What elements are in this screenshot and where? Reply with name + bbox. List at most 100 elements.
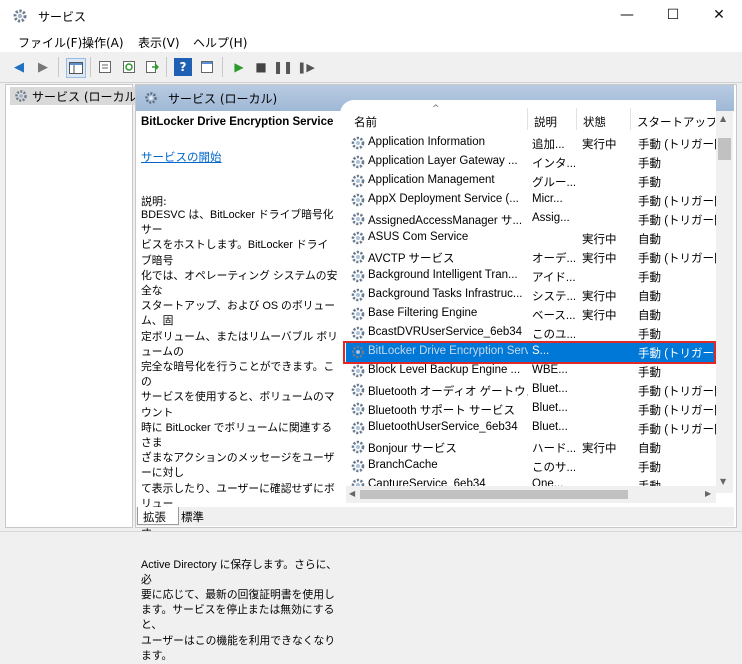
service-status: 実行中 <box>582 253 617 265</box>
service-gear-icon <box>351 402 365 416</box>
vertical-scroll-thumb[interactable] <box>718 138 731 160</box>
service-row[interactable]: Application Management グルー... 手動 <box>346 172 716 191</box>
properties-icon[interactable] <box>96 58 114 76</box>
service-row[interactable]: Base Filtering Engine ベース... 実行中 自動 <box>346 305 716 324</box>
menu-action[interactable]: 操作(A) <box>82 34 124 51</box>
service-description: グルー... <box>532 177 576 189</box>
service-name: AVCTP サービス <box>368 253 455 265</box>
service-row[interactable]: BranchCache このサ... 手動 <box>346 457 716 476</box>
service-name: BranchCache <box>368 459 438 471</box>
export-list-icon[interactable] <box>143 58 161 76</box>
service-row[interactable]: Application Information 追加... 実行中 手動 (トリガー開 <box>346 134 716 153</box>
service-name: BcastDVRUserService_6eb34 <box>368 326 523 338</box>
menu-file[interactable]: ファイル(F) <box>18 34 82 51</box>
service-gear-icon <box>351 250 365 264</box>
service-row[interactable]: AppX Deployment Service (... Micr... 手動 (ト… <box>346 191 716 210</box>
toolbar-separator <box>90 57 91 77</box>
menu-help[interactable]: ヘルプ(H) <box>193 34 247 51</box>
column-divider[interactable] <box>527 108 528 130</box>
column-header-startup-type[interactable]: スタートアップの種 <box>637 114 715 130</box>
service-row[interactable]: ASUS Com Service 実行中 自動 <box>346 229 716 248</box>
horizontal-scroll-thumb[interactable] <box>360 490 628 499</box>
play-icon[interactable]: ▶ <box>230 58 248 76</box>
vertical-scrollbar[interactable] <box>716 111 733 493</box>
console-tree <box>5 84 133 528</box>
help-icon[interactable]: ? <box>174 58 192 76</box>
close-button[interactable]: ✕ <box>696 0 742 30</box>
service-startup-type: 自動 <box>638 234 661 246</box>
service-row[interactable]: AssignedAccessManager サ... Assig... 手動 (トリ… <box>346 210 716 229</box>
service-row[interactable]: Bluetooth オーディオ ゲートウェ... Bluet... 手動 (トリガー… <box>346 381 716 400</box>
back-arrow-icon[interactable]: ◀ <box>10 58 28 76</box>
column-header-status[interactable]: 状態 <box>583 114 606 130</box>
column-header-description[interactable]: 説明 <box>534 114 557 130</box>
service-row[interactable]: Bonjour サービス ハード... 実行中 自動 <box>346 438 716 457</box>
pause-icon[interactable]: ❚❚ <box>273 58 293 76</box>
service-row[interactable]: BluetoothUserService_6eb34 Bluet... 手動 (トリ… <box>346 419 716 438</box>
service-startup-type: 手動 <box>638 272 661 284</box>
service-row[interactable]: Application Layer Gateway ... インタ... 手動 <box>346 153 716 172</box>
service-gear-icon <box>351 421 365 435</box>
service-name: AssignedAccessManager サ... <box>368 215 523 227</box>
service-gear-icon <box>351 193 365 207</box>
service-name: Background Tasks Infrastruc... <box>368 288 523 300</box>
service-row[interactable]: Bluetooth サポート サービス Bluet... 手動 (トリガー開 <box>346 400 716 419</box>
minimize-button[interactable]: — <box>604 0 650 30</box>
view-tabs <box>136 507 734 526</box>
maximize-button[interactable]: ☐ <box>650 0 696 30</box>
toolbar-separator <box>222 57 223 77</box>
scroll-down-icon[interactable]: ▼ <box>720 477 726 486</box>
sort-ascending-icon: ^ <box>432 104 440 114</box>
service-gear-icon <box>351 326 365 340</box>
status-bar <box>0 531 742 558</box>
column-header-name[interactable]: 名前 <box>354 114 377 130</box>
tab-extended[interactable]: 拡張 <box>143 509 166 525</box>
service-description: Bluet... <box>532 402 568 414</box>
selected-service-name: BitLocker Drive Encryption Service <box>141 116 334 128</box>
column-divider[interactable] <box>576 108 577 130</box>
stop-icon[interactable]: ■ <box>252 58 270 76</box>
toolbar-separator <box>58 57 59 77</box>
service-name: Application Management <box>368 174 495 186</box>
service-gear-icon <box>351 383 365 397</box>
pane-title: サービス (ローカル) <box>168 92 278 106</box>
service-startup-type: 手動 (トリガー開 <box>638 139 716 151</box>
tab-standard[interactable]: 標準 <box>181 509 204 525</box>
service-name: Bonjour サービス <box>368 443 457 455</box>
service-gear-icon <box>351 307 365 321</box>
forward-arrow-icon[interactable]: ▶ <box>34 58 52 76</box>
service-description: このユ... <box>532 329 576 341</box>
tree-item-services-local[interactable]: サービス (ローカル) <box>10 87 146 105</box>
column-divider[interactable] <box>630 108 631 130</box>
service-row[interactable]: Background Tasks Infrastruc... システ... 実行中 自… <box>346 286 716 305</box>
service-gear-icon <box>351 231 365 245</box>
service-status: 実行中 <box>582 234 617 246</box>
service-name: Block Level Backup Engine ... <box>368 364 521 376</box>
start-service-link[interactable]: サービスの開始 <box>141 149 222 165</box>
service-description: WBE... <box>532 364 568 376</box>
menu-view[interactable]: 表示(V) <box>138 34 180 51</box>
console-tree-icon[interactable] <box>66 58 86 78</box>
restart-icon[interactable]: ❚▶ <box>297 58 315 76</box>
service-row[interactable]: Block Level Backup Engine ... WBE... 手動 <box>346 362 716 381</box>
service-startup-type: 手動 <box>638 367 661 379</box>
service-startup-type: 手動 <box>638 329 661 341</box>
scroll-up-icon[interactable]: ▲ <box>720 114 726 123</box>
service-name: Bluetooth オーディオ ゲートウェ... <box>368 386 528 398</box>
refresh-icon[interactable] <box>120 58 138 76</box>
service-name: Application Information <box>368 136 485 148</box>
service-startup-type: 自動 <box>638 310 661 322</box>
scroll-right-icon[interactable]: ▶ <box>705 489 711 498</box>
service-name: Bluetooth サポート サービス <box>368 405 515 417</box>
service-row[interactable]: AVCTP サービス オーデ... 実行中 手動 (トリガー開 <box>346 248 716 267</box>
service-name: Base Filtering Engine <box>368 307 478 319</box>
service-gear-icon <box>351 155 365 169</box>
service-startup-type: 手動 <box>638 462 661 474</box>
service-description: 追加... <box>532 139 565 151</box>
service-row[interactable]: Background Intelligent Tran... アイド... 手動 <box>346 267 716 286</box>
scroll-left-icon[interactable]: ◀ <box>349 489 355 498</box>
service-startup-type: 自動 <box>638 443 661 455</box>
service-gear-icon <box>351 440 365 454</box>
gear-icon <box>145 92 157 104</box>
show-hide-pane-icon[interactable] <box>198 58 216 76</box>
